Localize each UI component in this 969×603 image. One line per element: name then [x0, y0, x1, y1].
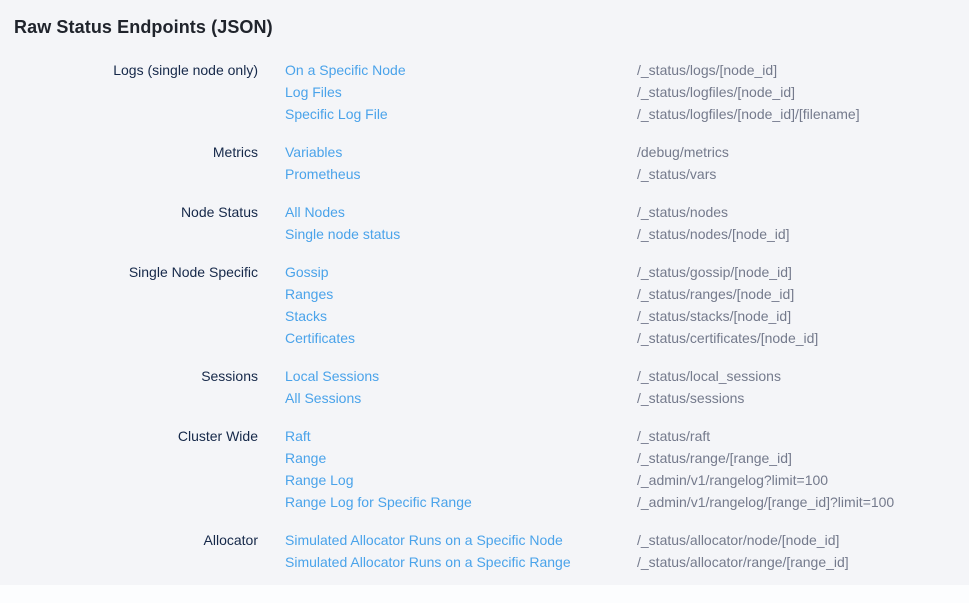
endpoint-path: /_status/logfiles/[node_id]	[637, 84, 795, 100]
category-label: Allocator	[14, 532, 258, 548]
endpoint-path: /_status/nodes/[node_id]	[637, 226, 790, 242]
endpoint-group-cluster-wide: Cluster WideRaft/_status/raftRange/_stat…	[0, 425, 969, 513]
endpoint-path: /_status/ranges/[node_id]	[637, 286, 794, 302]
endpoint-path: /_status/gossip/[node_id]	[637, 264, 792, 280]
endpoint-group-single-node-specific: Single Node Specific Gossip/_status/gossi…	[0, 261, 969, 349]
endpoint-link[interactable]: Local Sessions	[285, 368, 637, 384]
endpoint-group-logs-single-node-only: Logs (single node only) On a Specific Nod…	[0, 59, 969, 125]
endpoint-path: /_status/range/[range_id]	[637, 450, 792, 466]
endpoint-link[interactable]: All Sessions	[285, 390, 637, 406]
endpoint-path: /_admin/v1/rangelog?limit=100	[637, 472, 828, 488]
endpoint-path: /_status/allocator/node/[node_id]	[637, 532, 839, 548]
endpoint-path: /_status/logs/[node_id]	[637, 62, 777, 78]
endpoint-row: Range Log/_admin/v1/rangelog?limit=100	[0, 469, 969, 491]
endpoint-group-node-status: Node StatusAll Nodes/_status/nodesSingle…	[0, 201, 969, 245]
endpoint-link[interactable]: Range Log for Specific Range	[285, 494, 637, 510]
endpoint-path: /_admin/v1/rangelog/[range_id]?limit=100	[637, 494, 894, 510]
endpoint-link[interactable]: Gossip	[285, 264, 637, 280]
category-label: Metrics	[14, 144, 258, 160]
category-label: Single Node Specific	[14, 264, 258, 280]
endpoint-row: Range Log for Specific Range/_admin/v1/r…	[0, 491, 969, 513]
raw-status-endpoints-page: Raw Status Endpoints (JSON) Logs (single…	[0, 0, 969, 585]
endpoint-row: Specific Log File/_status/logfiles/[node…	[0, 103, 969, 125]
endpoint-row: Certificates/_status/certificates/[node_…	[0, 327, 969, 349]
endpoint-row: Single node status/_status/nodes/[node_i…	[0, 223, 969, 245]
endpoint-link[interactable]: Simulated Allocator Runs on a Specific R…	[285, 554, 637, 570]
endpoint-row: Cluster Wide Raft/_status/raft	[0, 425, 969, 447]
endpoint-path: /_status/stacks/[node_id]	[637, 308, 791, 324]
endpoint-link[interactable]: Ranges	[285, 286, 637, 302]
endpoint-link[interactable]: Variables	[285, 144, 637, 160]
endpoint-group-sessions: Sessions Local Sessions/_status/local_ses…	[0, 365, 969, 409]
endpoint-row: Prometheus/_status/vars	[0, 163, 969, 185]
endpoint-link[interactable]: Simulated Allocator Runs on a Specific N…	[285, 532, 637, 548]
endpoint-row: Single Node Specific Gossip/_status/gossi…	[0, 261, 969, 283]
endpoint-row: Simulated Allocator Runs on a Specific R…	[0, 551, 969, 573]
endpoint-path: /_status/local_sessions	[637, 368, 781, 384]
endpoint-group-allocator: Allocator Simulated Allocator Runs on a S…	[0, 529, 969, 573]
endpoint-link[interactable]: Log Files	[285, 84, 637, 100]
endpoint-path: /_status/vars	[637, 166, 716, 182]
endpoint-path: /debug/metrics	[637, 144, 729, 160]
endpoint-link[interactable]: All Nodes	[285, 204, 637, 220]
endpoint-row: Log Files/_status/logfiles/[node_id]	[0, 81, 969, 103]
endpoint-link[interactable]: Specific Log File	[285, 106, 637, 122]
section-divider	[0, 585, 969, 603]
category-label: Sessions	[14, 368, 258, 384]
endpoint-row: Logs (single node only) On a Specific Nod…	[0, 59, 969, 81]
endpoint-link[interactable]: Range	[285, 450, 637, 466]
endpoint-path: /_status/logfiles/[node_id]/[filename]	[637, 106, 860, 122]
endpoint-row: Range/_status/range/[range_id]	[0, 447, 969, 469]
endpoint-row: Stacks/_status/stacks/[node_id]	[0, 305, 969, 327]
endpoint-link[interactable]: Prometheus	[285, 166, 637, 182]
endpoint-link[interactable]: Single node status	[285, 226, 637, 242]
endpoint-link[interactable]: Stacks	[285, 308, 637, 324]
endpoint-row: Sessions Local Sessions/_status/local_ses…	[0, 365, 969, 387]
endpoint-path: /_status/certificates/[node_id]	[637, 330, 818, 346]
endpoint-path: /_status/raft	[637, 428, 710, 444]
endpoint-link[interactable]: Range Log	[285, 472, 637, 488]
endpoint-groups: Logs (single node only) On a Specific Nod…	[0, 59, 969, 573]
endpoint-row: Allocator Simulated Allocator Runs on a S…	[0, 529, 969, 551]
endpoint-path: /_status/sessions	[637, 390, 744, 406]
endpoint-path: /_status/allocator/range/[range_id]	[637, 554, 849, 570]
category-label: Logs (single node only)	[14, 62, 258, 78]
page-title: Raw Status Endpoints (JSON)	[14, 15, 969, 39]
endpoint-link[interactable]: Raft	[285, 428, 637, 444]
endpoint-row: Ranges/_status/ranges/[node_id]	[0, 283, 969, 305]
category-label: Node Status	[14, 204, 258, 220]
endpoint-group-metrics: MetricsVariables/debug/metricsPrometheus…	[0, 141, 969, 185]
endpoint-row: Node Status All Nodes/_status/nodes	[0, 201, 969, 223]
category-label: Cluster Wide	[14, 428, 258, 444]
endpoint-row: Metrics Variables/debug/metrics	[0, 141, 969, 163]
endpoint-link[interactable]: On a Specific Node	[285, 62, 637, 78]
endpoint-link[interactable]: Certificates	[285, 330, 637, 346]
endpoint-path: /_status/nodes	[637, 204, 728, 220]
endpoint-row: All Sessions/_status/sessions	[0, 387, 969, 409]
